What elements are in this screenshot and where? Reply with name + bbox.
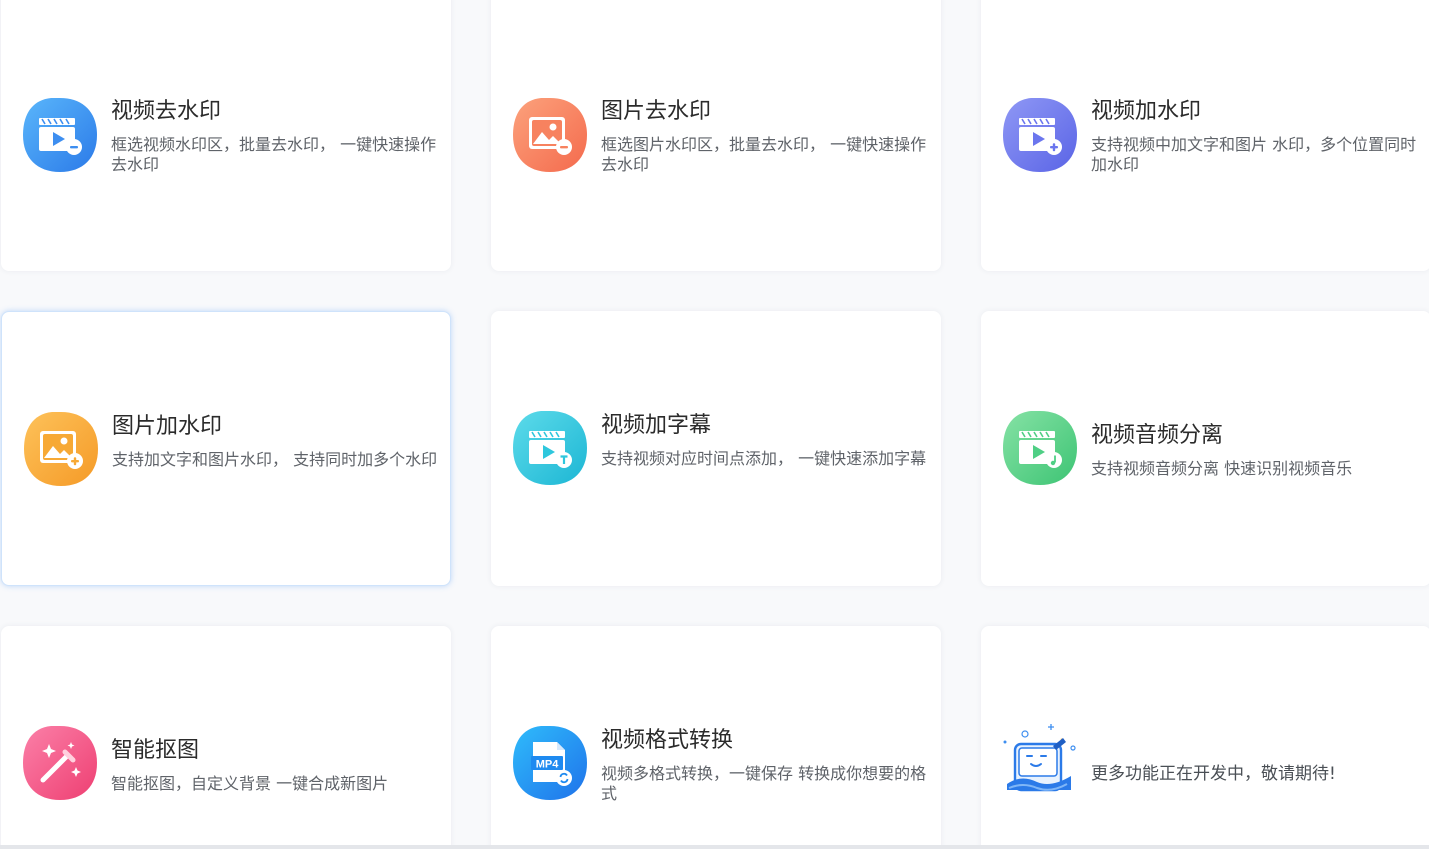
card-title: 图片加水印 bbox=[112, 414, 223, 439]
feature-grid: 视频去水印 框选视频水印区，批量去水印， 一键快速操作去水印 图片去水印 框选图… bbox=[0, 0, 1429, 849]
card-title: 视频加字幕 bbox=[601, 413, 712, 438]
card-description: 支持加文字和图片水印， 支持同时加多个水印 bbox=[112, 450, 438, 469]
video-remove-watermark-icon bbox=[21, 96, 99, 174]
mp4-convert-icon: MP4 bbox=[511, 724, 589, 802]
card-description: 支持视频音频分离 快速识别视频音乐 bbox=[1091, 459, 1353, 478]
bottom-divider bbox=[0, 845, 1429, 849]
card-format-convert[interactable]: MP4 视频格式转换 视频多格式转换，一键保存 转换成你想要的格式 bbox=[491, 626, 941, 849]
card-title: 智能抠图 bbox=[111, 738, 200, 763]
card-video-remove-watermark[interactable]: 视频去水印 框选视频水印区，批量去水印， 一键快速操作去水印 bbox=[1, 0, 451, 271]
card-image-remove-watermark[interactable]: 图片去水印 框选图片水印区，批量去水印， 一键快速操作去水印 bbox=[491, 0, 941, 271]
card-more-coming: 更多功能正在开发中，敬请期待! bbox=[981, 626, 1429, 849]
card-title: 图片去水印 bbox=[601, 99, 712, 124]
card-description: 智能抠图，自定义背景 一键合成新图片 bbox=[111, 774, 389, 793]
in-development-illustration-icon bbox=[1001, 722, 1079, 800]
card-audio-separate[interactable]: 视频音频分离 支持视频音频分离 快速识别视频音乐 bbox=[981, 311, 1429, 586]
card-image-add-watermark[interactable]: 图片加水印 支持加文字和图片水印， 支持同时加多个水印 bbox=[1, 311, 451, 586]
card-description: 框选视频水印区，批量去水印， 一键快速操作去水印 bbox=[111, 135, 437, 174]
card-smart-cutout[interactable]: 智能抠图 智能抠图，自定义背景 一键合成新图片 bbox=[1, 626, 451, 849]
image-add-watermark-icon bbox=[22, 410, 100, 488]
card-title: 视频去水印 bbox=[111, 99, 222, 124]
magic-wand-icon bbox=[21, 724, 99, 802]
card-description: 支持视频对应时间点添加， 一键快速添加字幕 bbox=[601, 449, 927, 468]
mp4-label: MP4 bbox=[536, 759, 560, 771]
card-description: 框选图片水印区，批量去水印， 一键快速操作去水印 bbox=[601, 135, 927, 174]
card-video-subtitle[interactable]: 视频加字幕 支持视频对应时间点添加， 一键快速添加字幕 bbox=[491, 311, 941, 586]
video-subtitle-icon bbox=[511, 409, 589, 487]
card-title: 视频加水印 bbox=[1091, 99, 1202, 124]
card-video-add-watermark[interactable]: 视频加水印 支持视频中加文字和图片 水印，多个位置同时加水印 bbox=[981, 0, 1429, 271]
audio-separate-icon bbox=[1001, 409, 1079, 487]
card-description: 视频多格式转换，一键保存 转换成你想要的格式 bbox=[601, 764, 927, 803]
card-title: 视频音频分离 bbox=[1091, 423, 1224, 448]
image-remove-watermark-icon bbox=[511, 96, 589, 174]
coming-soon-text: 更多功能正在开发中，敬请期待! bbox=[1091, 764, 1336, 784]
card-title: 视频格式转换 bbox=[601, 728, 734, 753]
card-description: 支持视频中加文字和图片 水印，多个位置同时加水印 bbox=[1091, 135, 1417, 174]
video-add-watermark-icon bbox=[1001, 96, 1079, 174]
